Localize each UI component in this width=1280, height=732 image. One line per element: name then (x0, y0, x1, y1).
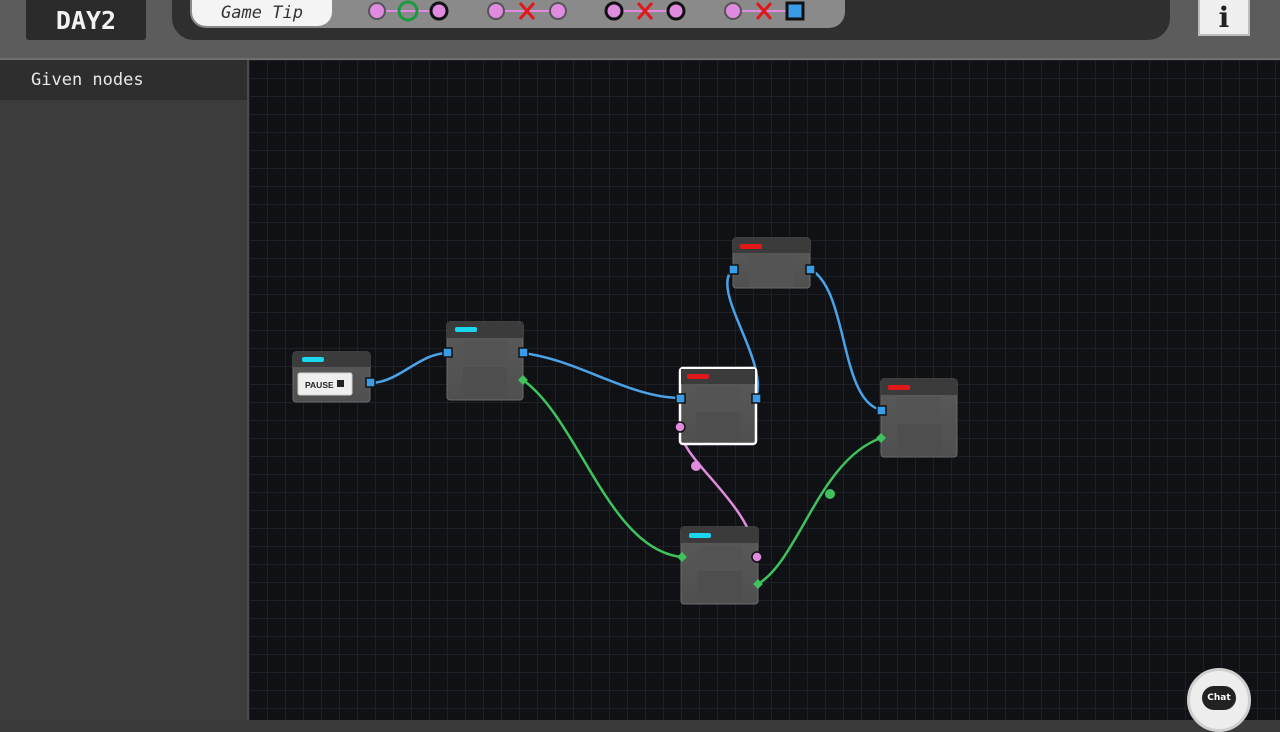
output-port-blue (365, 377, 376, 388)
connection-rules-legend (368, 0, 805, 22)
output-port-blue (805, 264, 816, 275)
rule-invalid-black-pink (604, 1, 686, 21)
chat-button[interactable]: Chat (1187, 668, 1251, 732)
game-tip-bar: Game Tip (172, 0, 1170, 40)
wire-green-node2-node6 (522, 378, 683, 559)
black-port-icon (604, 1, 624, 21)
wire-midpoint-green (825, 489, 835, 499)
top-bar: DAY2 Game Tip i (0, 0, 1280, 60)
port-pink (674, 421, 686, 433)
input-port-blue (442, 347, 453, 358)
node-4[interactable] (728, 237, 816, 289)
node-accent-cyan (689, 533, 711, 538)
input-port-blue (675, 393, 686, 404)
wire-blue-node2-node3 (522, 351, 682, 400)
chat-bubble-icon: Chat (1202, 686, 1236, 710)
wire-green-node6-node5 (757, 436, 882, 586)
rule-invalid-pink-pink (487, 2, 567, 20)
black-port-icon (666, 1, 686, 21)
given-nodes-title: Given nodes (0, 60, 247, 100)
wire-blue-pause-node2 (369, 351, 449, 385)
output-port-blue (518, 347, 529, 358)
node-2[interactable] (442, 321, 529, 401)
port-pink (751, 551, 763, 563)
node-accent-red (740, 244, 762, 249)
day-badge: DAY2 (26, 0, 146, 40)
node-accent-red (888, 385, 910, 390)
node-graph[interactable]: PAUSE (249, 60, 1280, 720)
node-pause[interactable]: PAUSE (292, 351, 376, 403)
node-5[interactable] (876, 378, 958, 458)
pink-port-icon (368, 2, 386, 20)
node-6[interactable] (677, 526, 763, 605)
info-button[interactable]: i (1198, 0, 1250, 36)
stop-icon (337, 380, 344, 387)
game-tip-pill: Game Tip (190, 0, 845, 28)
wire-midpoint-pink (691, 461, 701, 471)
input-port-blue (728, 264, 739, 275)
given-nodes-panel: Given nodes (0, 60, 249, 720)
rule-valid-pink-green-black (368, 0, 449, 22)
node-accent-cyan (455, 327, 477, 332)
wire-blue-node4-node5 (809, 267, 882, 412)
pink-port-icon (724, 2, 742, 20)
black-port-icon (429, 1, 449, 21)
blue-square-port-icon (785, 1, 805, 21)
output-port-blue (751, 393, 762, 404)
node-3-selected[interactable] (674, 366, 762, 446)
node-accent-red (687, 374, 709, 379)
pink-port-icon (487, 2, 505, 20)
node-accent-cyan (302, 357, 324, 362)
wires (369, 267, 882, 586)
pause-button-label: PAUSE (305, 380, 334, 390)
rule-invalid-pink-blue (724, 1, 805, 21)
node-graph-canvas[interactable]: PAUSE (249, 60, 1280, 720)
input-port-blue (876, 405, 887, 416)
pink-port-icon (549, 2, 567, 20)
